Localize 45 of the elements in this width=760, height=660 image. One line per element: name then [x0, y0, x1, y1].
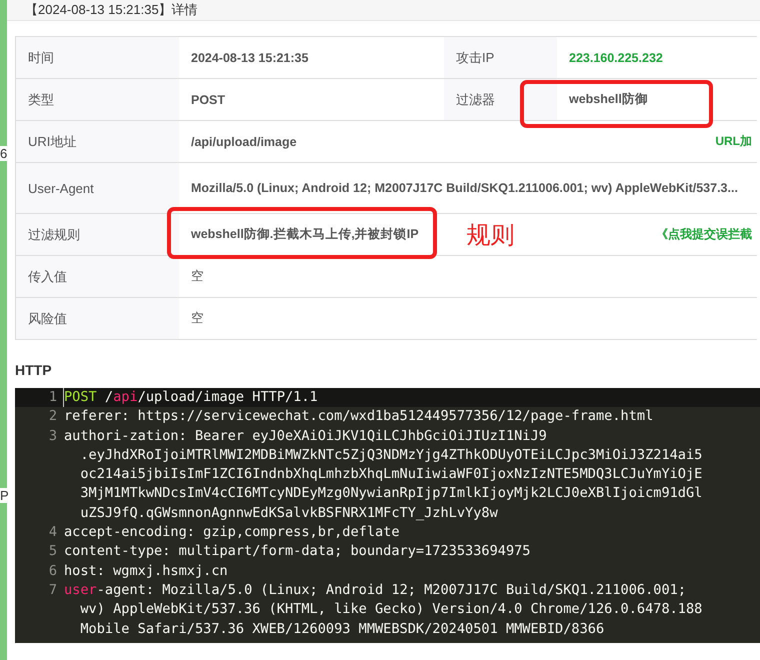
report-link[interactable]: URL加	[715, 133, 756, 150]
line-number: 3	[48, 426, 58, 446]
code-text: user-agent: Mozilla/5.0 (Linux; Android 12; M2007J17C Build/SKQ1.211006.001;	[64, 580, 688, 600]
code-text: uZSJ9fQ.qGWsmnonAgnnwEdKSalvkBSFNRX1MFcTY_JzhLvYy8w	[79, 504, 499, 523]
field-value-text: /api/upload/image	[191, 134, 297, 148]
field-value: 2024-08-13 15:21:35	[179, 36, 444, 78]
code-text: 3MjM1MTkwNDcsImV4cCI6MTcyNDEyMzg0NywianRpIjp7ImlkIjoyMjk2LCJ0eXBlIjoicm91dGl	[79, 484, 702, 504]
background-text: P	[0, 488, 9, 503]
code-text: host: wgmxj.hsmxj.cn	[64, 562, 228, 581]
code-text: POST /api/upload/image HTTP/1.1	[64, 388, 318, 407]
field-label: 类型	[16, 78, 179, 120]
dialog-title: 【2024-08-13 15:21:35】详情	[25, 1, 198, 19]
field-value-text: Mozilla/5.0 (Linux; Android 12; M2007J17C Build/SKQ1.211006.001; wv) AppleWebKit/537.3...	[191, 181, 738, 195]
code-text: .eyJhdXRoIjoiMTRlMWI2MDBiMWZkNTc5ZjQ3NDMzYjg4ZThkODUyOTEiLCJpc3MiOiJ3Z214ai5	[79, 446, 702, 465]
field-label: 过滤器	[444, 78, 557, 120]
field-value: POST	[179, 78, 444, 120]
code-text: wv) AppleWebKit/537.36 (KHTML, like Gecko) Version/4.0 Chrome/126.0.6478.188	[79, 600, 702, 620]
annotation-text: 规则	[466, 220, 515, 250]
line-number: 7	[48, 580, 58, 600]
code-text: referer: https://servicewechat.com/wxd1ba512449577356/12/page-frame.html	[64, 407, 654, 426]
line-number: 1	[48, 388, 58, 407]
field-value-text: webshell防御.拦截木马上传,并被封锁IP	[191, 226, 419, 243]
field-value: webshell防御	[557, 78, 757, 120]
line-number: 5	[48, 542, 58, 562]
field-label: 过滤规则	[16, 214, 179, 256]
line-number: 4	[48, 523, 58, 542]
section-heading: HTTP	[15, 362, 53, 378]
field-label: 攻击IP	[444, 36, 557, 78]
field-label: User-Agent	[16, 162, 179, 214]
field-label: 时间	[16, 36, 179, 78]
line-number: 6	[48, 562, 58, 581]
field-value: 223.160.225.232	[557, 36, 757, 78]
code-text: oc214ai5jbiIsImF1ZCI6IndnbXhqLmhzbXhqLmNuIiwiaWF0IjoxNzIzNTE5MDQ3LCJuYmYiOjE	[79, 465, 702, 484]
field-label: URI地址	[16, 120, 179, 162]
code-text: authori-zation: Bearer eyJ0eXAiOiJKV1QiLCJhbGciOiJIUzI1NiJ9	[64, 426, 548, 446]
report-link[interactable]: 《点我提交误拦截	[656, 226, 756, 243]
field-value-text: 空	[191, 310, 204, 327]
code-text: content-type: multipart/form-data; boundary=1723533694975	[64, 542, 530, 562]
field-label: 传入值	[16, 256, 179, 298]
code-text: Mobile Safari/537.36 XWEB/1260093 MMWEBSDK/20240501 MMWEBID/8366	[79, 620, 606, 639]
field-label: 风险值	[16, 298, 179, 340]
code-text: accept-encoding: gzip,compress,br,deflate	[64, 523, 400, 542]
field-value-text: 空	[191, 268, 204, 285]
line-number: 2	[48, 407, 58, 426]
background-text: 6	[0, 146, 8, 161]
